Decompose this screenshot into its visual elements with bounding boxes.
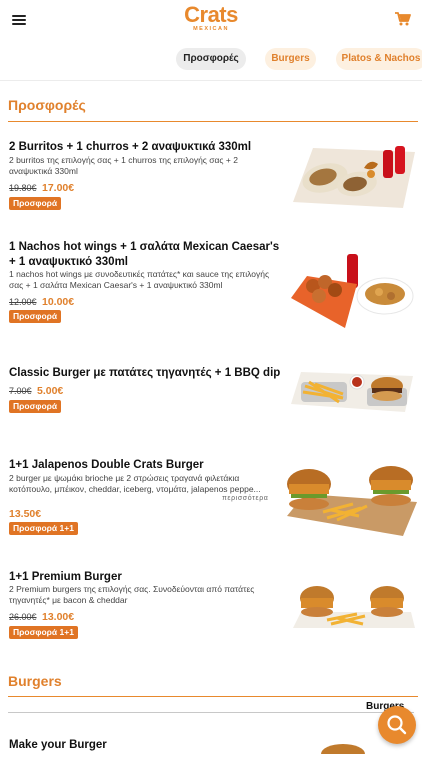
item-price: 17.00€	[42, 182, 75, 194]
menu-item[interactable]: 2 Burritos + 1 churros + 2 αναψυκτικά 33…	[0, 140, 422, 218]
item-image	[287, 454, 417, 538]
tab-platos-nachos[interactable]: Platos & Nachos	[336, 48, 422, 70]
search-icon	[387, 715, 407, 735]
item-name: 2 Burritos + 1 churros + 2 αναψυκτικά 33…	[9, 141, 252, 153]
menu-item[interactable]: Classic Burger με πατάτες τηγανητές + 1 …	[0, 366, 422, 422]
item-description: 2 Premium burgers της επιλογής σας. Συνο…	[9, 584, 255, 605]
section-title-burgers: Burgers	[8, 673, 62, 689]
category-tabs: Προσφορές Burgers Platos & Nachos	[0, 48, 422, 72]
tab-burgers[interactable]: Burgers	[265, 48, 316, 70]
item-name: 1+1 Premium Burger	[9, 571, 122, 583]
item-price: 13.00€	[42, 611, 75, 623]
item-image	[287, 252, 417, 332]
menu-item[interactable]: 1 Nachos hot wings + 1 σαλάτα Mexican Ca…	[0, 240, 422, 332]
section-title-offers: Προσφορές	[8, 97, 86, 113]
cart-icon[interactable]	[395, 12, 411, 26]
category-divider	[8, 712, 414, 713]
more-link[interactable]: περισσότερα	[222, 495, 268, 502]
item-description: 2 burger με ψωμάκι brioche με 2 στρώσεις…	[9, 473, 261, 494]
item-price: 13.50€	[9, 508, 42, 520]
item-old-price: 19.80€	[9, 183, 37, 193]
offer-badge: Προσφορά	[9, 310, 62, 323]
menu-item[interactable]: 1+1 Jalapenos Double Crats Burger 2 burg…	[0, 458, 422, 538]
logo-text: Crats	[184, 2, 238, 27]
tab-offers[interactable]: Προσφορές	[176, 48, 246, 70]
logo[interactable]: Crats MEXICAN	[181, 2, 241, 33]
item-description: 2 burritos της επιλογής σας + 1 churros …	[9, 155, 238, 176]
item-name: 1 Nachos hot wings + 1 σαλάτα Mexican Ca…	[9, 241, 280, 268]
item-old-price: 12.00€	[9, 297, 37, 307]
top-bar: Crats MEXICAN Προσφορές Burgers Platos &…	[0, 0, 422, 81]
menu-icon[interactable]	[12, 12, 28, 26]
item-image	[287, 574, 417, 632]
item-image	[287, 360, 417, 418]
item-name: 1+1 Jalapenos Double Crats Burger	[9, 459, 204, 471]
item-name: Make your Burger	[9, 739, 107, 751]
item-image	[287, 140, 417, 212]
menu-item[interactable]: 1+1 Premium Burger 2 Premium burgers της…	[0, 570, 422, 640]
item-price: 5.00€	[37, 385, 64, 397]
section-divider	[8, 121, 418, 122]
offer-badge: Προσφορά 1+1	[9, 522, 78, 535]
item-price: 10.00€	[42, 296, 75, 308]
item-image	[318, 740, 368, 759]
menu-item[interactable]: Make your Burger	[0, 738, 422, 759]
offer-badge: Προσφορά	[9, 400, 62, 413]
search-button[interactable]	[378, 706, 416, 744]
offer-badge: Προσφορά	[9, 197, 62, 210]
item-name: Classic Burger με πατάτες τηγανητές + 1 …	[9, 367, 281, 379]
item-old-price: 7.00€	[9, 386, 32, 396]
offer-badge: Προσφορά 1+1	[9, 626, 78, 639]
item-description: 1 nachos hot wings με συνοδευτικές πατάτ…	[9, 269, 270, 290]
section-divider	[8, 696, 418, 697]
item-old-price: 26.00€	[9, 612, 37, 622]
